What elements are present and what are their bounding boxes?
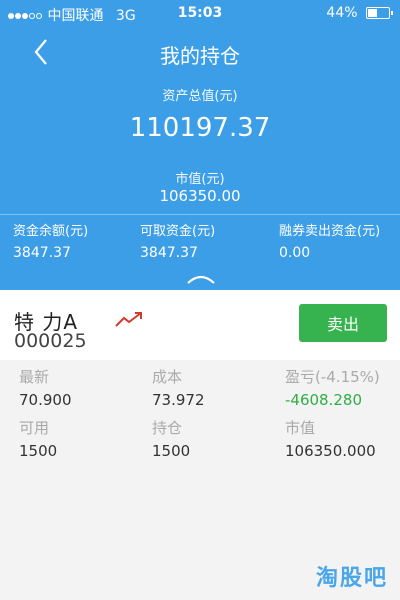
profit-loss-value: -4608.280 xyxy=(285,391,362,409)
latest-price: 最新 70.900 xyxy=(19,366,72,409)
sell-button[interactable]: 卖出 xyxy=(299,304,387,342)
available-shares: 可用 1500 xyxy=(19,417,57,460)
withdrawable-funds-label: 可取资金(元) xyxy=(140,224,216,239)
stock-code: 000025 xyxy=(14,330,87,352)
watermark: 淘股吧 xyxy=(315,566,388,591)
collapse-toggle[interactable] xyxy=(186,270,216,284)
cost-price-value: 73.972 xyxy=(152,391,205,409)
market-value-label: 市值(元) xyxy=(175,172,225,187)
short-sale-funds-label: 融券卖出资金(元) xyxy=(279,224,381,239)
status-bar: 中国联通 3G 15:03 44% xyxy=(0,0,400,26)
trend-up-icon xyxy=(115,310,145,332)
fund-balance-value: 3847.37 xyxy=(13,245,71,261)
short-sale-funds: 融券卖出资金(元) 0.00 xyxy=(279,220,380,261)
total-assets-label: 资产总值(元) xyxy=(162,89,238,104)
holding-shares: 持仓 1500 xyxy=(152,417,190,460)
short-sale-funds-value: 0.00 xyxy=(279,245,311,261)
cost-price: 成本 73.972 xyxy=(152,366,205,409)
withdrawable-funds: 可取资金(元) 3847.37 xyxy=(140,220,215,261)
holding-shares-value: 1500 xyxy=(152,442,191,460)
battery-icon xyxy=(366,7,393,19)
fund-balance: 资金余额(元) 3847.37 xyxy=(13,220,88,261)
available-shares-value: 1500 xyxy=(19,442,58,460)
holding-shares-label: 持仓 xyxy=(152,419,183,437)
market-value-value: 106350.00 xyxy=(159,187,241,205)
position-market-value-label: 市值 xyxy=(285,419,316,437)
withdrawable-funds-value: 3847.37 xyxy=(140,245,198,261)
position-market-value: 市值 106350.000 xyxy=(285,417,376,460)
position-market-value-value: 106350.000 xyxy=(285,442,376,460)
profit-loss-label: 盈亏(-4.15%) xyxy=(285,368,380,386)
portfolio-header: 中国联通 3G 15:03 44% 我的持仓 资产总值(元) 110197.37… xyxy=(0,0,400,290)
available-shares-label: 可用 xyxy=(19,419,50,437)
profit-loss: 盈亏(-4.15%) -4608.280 xyxy=(285,366,380,409)
latest-price-label: 最新 xyxy=(19,368,50,386)
page-title: 我的持仓 xyxy=(160,44,240,68)
fund-balance-label: 资金余额(元) xyxy=(13,224,89,239)
header-divider xyxy=(0,214,400,215)
battery-status: 44% xyxy=(326,5,393,21)
cost-price-label: 成本 xyxy=(152,368,183,386)
total-assets-value: 110197.37 xyxy=(129,113,271,143)
latest-price-value: 70.900 xyxy=(19,391,72,409)
chevron-up-icon xyxy=(187,275,215,284)
battery-percent: 44% xyxy=(326,5,358,21)
